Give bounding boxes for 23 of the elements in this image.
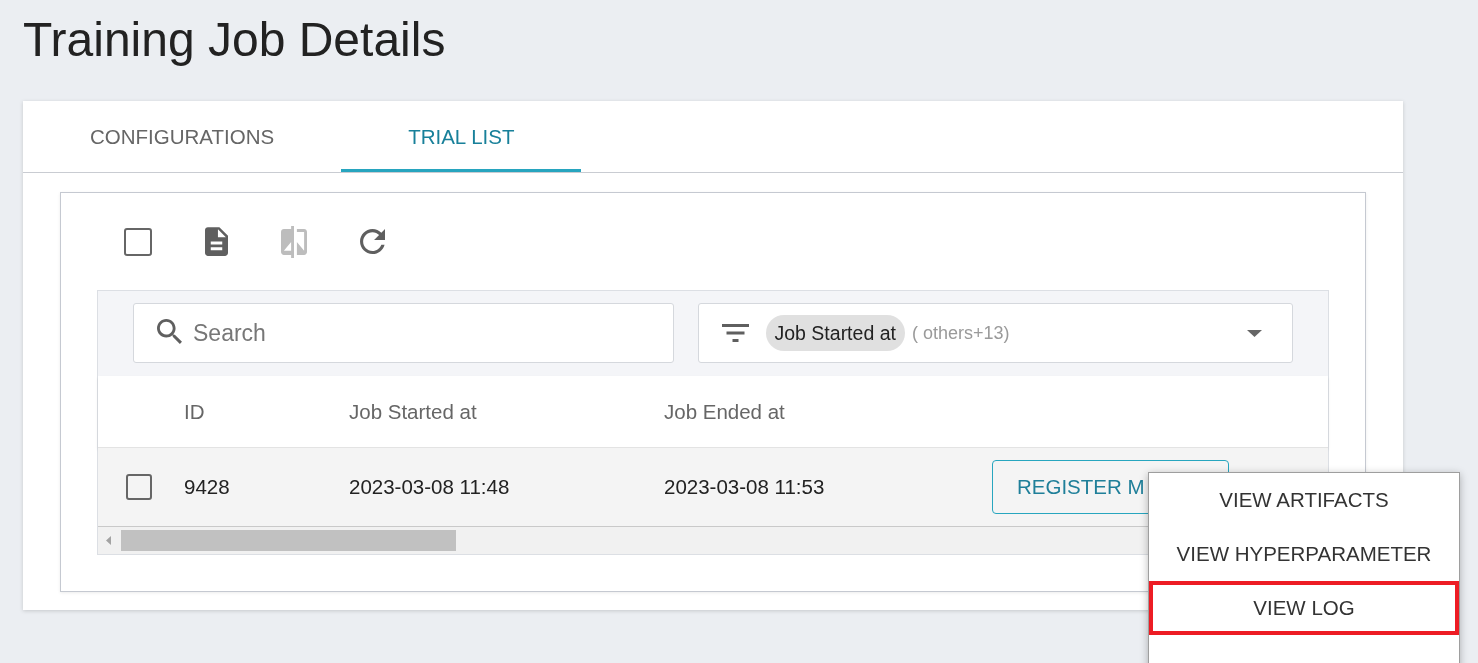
more-columns-count: ( others+13)	[911, 322, 1010, 344]
search-icon	[157, 319, 182, 344]
dropdown-caret-icon	[1247, 329, 1262, 337]
row-checkbox[interactable]	[126, 474, 152, 500]
tab[interactable]: CONFIGURATIONS	[23, 101, 342, 172]
scrollbar-thumb[interactable]	[121, 530, 456, 551]
search-field[interactable]: Search	[133, 303, 674, 363]
menu-item[interactable]: VIEW HYPERPARAMETER	[1149, 527, 1459, 581]
document-icon[interactable]	[204, 227, 228, 256]
menu-item[interactable]: VIEW LOG	[1149, 581, 1459, 635]
column-header: Job Ended at	[663, 399, 785, 424]
refresh-icon[interactable]	[359, 229, 385, 254]
column-filter-select[interactable]: Job Started at ( others+13)	[697, 303, 1293, 363]
table-cell-text: 2023-03-08 11:53	[663, 475, 825, 499]
tab[interactable]: TRIAL LIST	[341, 101, 582, 172]
select-all-checkbox[interactable]	[124, 227, 152, 256]
filter-chip: Job Started at	[765, 315, 905, 351]
page-title: Training Job Details	[23, 12, 446, 68]
table-cell-text: 9428	[183, 475, 230, 499]
column-header: Job Started at	[348, 399, 477, 424]
table-cell-text: 2023-03-08 11:48	[348, 475, 510, 499]
filter-icon	[721, 324, 749, 342]
column-header: ID	[183, 399, 205, 424]
